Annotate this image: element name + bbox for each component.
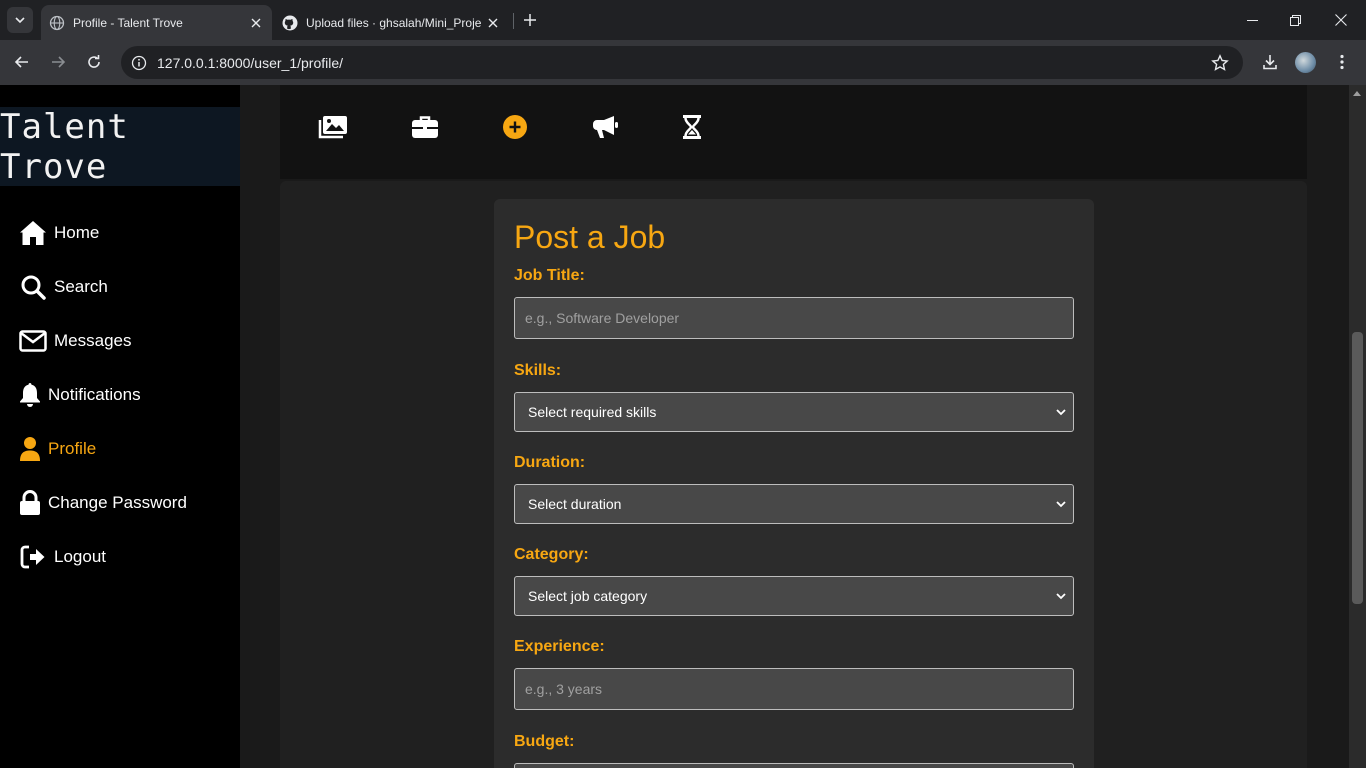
new-tab-button[interactable] xyxy=(520,10,540,30)
chevron-down-icon xyxy=(1056,501,1066,508)
info-icon[interactable] xyxy=(131,55,147,71)
page-scrollbar[interactable] xyxy=(1349,85,1366,768)
job-title-label: Job Title: xyxy=(514,267,585,284)
menu-button[interactable] xyxy=(1330,50,1354,74)
home-icon xyxy=(18,218,48,248)
profile-tab-strip xyxy=(280,85,1307,179)
form-title: Post a Job xyxy=(514,219,666,255)
duration-selected-value: Select duration xyxy=(528,496,622,512)
back-button[interactable] xyxy=(10,50,34,74)
job-title-input[interactable] xyxy=(514,297,1074,339)
budget-input[interactable] xyxy=(514,763,1074,768)
megaphone-icon[interactable] xyxy=(590,112,620,142)
sidebar-item-label: Home xyxy=(54,223,100,242)
logo-text: Talent Trove xyxy=(0,106,129,187)
globe-icon xyxy=(49,15,65,30)
experience-input[interactable] xyxy=(514,668,1074,710)
arrow-left-icon xyxy=(14,56,28,68)
minimize-button[interactable] xyxy=(1229,0,1275,40)
envelope-icon xyxy=(18,326,48,356)
main-content: Post a Job Job Title: Skills: Select req… xyxy=(280,85,1307,768)
sidebar-item-label: Messages xyxy=(54,331,132,350)
sidebar-item-label: Profile xyxy=(48,439,97,458)
sidebar-item-change-password[interactable]: Change Password xyxy=(18,488,187,518)
sidebar-item-messages[interactable]: Messages xyxy=(18,326,131,356)
sidebar-item-profile[interactable]: Profile xyxy=(18,434,96,464)
scroll-thumb[interactable] xyxy=(1352,332,1363,604)
hourglass-icon[interactable] xyxy=(677,112,707,142)
chevron-down-icon xyxy=(1056,409,1066,416)
downloads-button[interactable] xyxy=(1258,50,1282,74)
restore-button[interactable] xyxy=(1272,0,1318,40)
sidebar-item-label: Notifications xyxy=(48,385,141,404)
lock-icon xyxy=(18,488,42,518)
duration-select[interactable]: Select duration xyxy=(514,484,1074,524)
category-select[interactable]: Select job category xyxy=(514,576,1074,616)
chevron-down-icon xyxy=(15,17,25,24)
sidebar-item-label: Change Password xyxy=(48,493,187,512)
skills-label: Skills: xyxy=(514,362,562,379)
images-icon[interactable] xyxy=(318,112,348,142)
experience-label: Experience: xyxy=(514,638,605,655)
post-job-form: Post a Job Job Title: Skills: Select req… xyxy=(494,199,1094,768)
page-viewport: Talent Trove Home Search Messages Notifi xyxy=(0,85,1366,768)
user-icon xyxy=(18,434,42,464)
close-icon xyxy=(1335,14,1347,26)
browser-tab-bar: Profile - Talent Trove Upload files · gh… xyxy=(0,0,1366,40)
skills-select[interactable]: Select required skills xyxy=(514,392,1074,432)
close-window-button[interactable] xyxy=(1318,0,1364,40)
duration-label: Duration: xyxy=(514,454,586,471)
sidebar-item-search[interactable]: Search xyxy=(18,272,108,302)
logout-icon xyxy=(18,542,48,572)
sidebar-item-notifications[interactable]: Notifications xyxy=(18,380,141,410)
bookmark-star-icon[interactable] xyxy=(1211,53,1229,72)
close-tab-icon[interactable] xyxy=(485,15,501,31)
plus-icon xyxy=(524,14,536,26)
chevron-down-icon xyxy=(1056,593,1066,600)
tab-separator xyxy=(513,13,514,29)
reload-button[interactable] xyxy=(82,50,106,74)
budget-label: Budget: xyxy=(514,733,575,750)
sidebar-item-label: Logout xyxy=(54,547,106,566)
sidebar-item-home[interactable]: Home xyxy=(18,218,99,248)
briefcase-icon[interactable] xyxy=(410,112,440,142)
browser-tab[interactable]: Upload files · ghsalah/Mini_Proje xyxy=(274,5,509,40)
url-text: 127.0.0.1:8000/user_1/profile/ xyxy=(157,54,344,71)
plus-circle-icon[interactable] xyxy=(500,112,530,142)
category-selected-value: Select job category xyxy=(528,588,648,604)
category-label: Category: xyxy=(514,546,589,563)
restore-icon xyxy=(1289,14,1301,26)
github-icon xyxy=(282,15,298,30)
search-icon xyxy=(18,272,48,302)
forward-button[interactable] xyxy=(46,50,70,74)
kebab-menu-icon xyxy=(1340,54,1344,70)
close-tab-icon[interactable] xyxy=(248,15,264,31)
logo[interactable]: Talent Trove xyxy=(0,106,240,187)
tab-title: Profile - Talent Trove xyxy=(73,15,183,30)
browser-tab-active[interactable]: Profile - Talent Trove xyxy=(41,5,272,40)
sidebar-item-logout[interactable]: Logout xyxy=(18,542,106,572)
sidebar: Talent Trove Home Search Messages Notifi xyxy=(0,85,240,768)
profile-avatar[interactable] xyxy=(1295,52,1316,73)
address-bar[interactable]: 127.0.0.1:8000/user_1/profile/ xyxy=(121,46,1243,79)
tab-title: Upload files · ghsalah/Mini_Proje xyxy=(306,15,482,30)
reload-icon xyxy=(88,55,100,68)
scroll-up-arrow[interactable] xyxy=(1353,91,1361,96)
browser-toolbar: 127.0.0.1:8000/user_1/profile/ xyxy=(0,40,1366,85)
minimize-icon xyxy=(1246,19,1258,21)
tab-search-button[interactable] xyxy=(7,7,33,33)
download-icon xyxy=(1263,55,1277,70)
skills-selected-value: Select required skills xyxy=(528,404,657,420)
bell-icon xyxy=(18,380,42,410)
sidebar-item-label: Search xyxy=(54,277,108,296)
arrow-right-icon xyxy=(52,56,66,68)
